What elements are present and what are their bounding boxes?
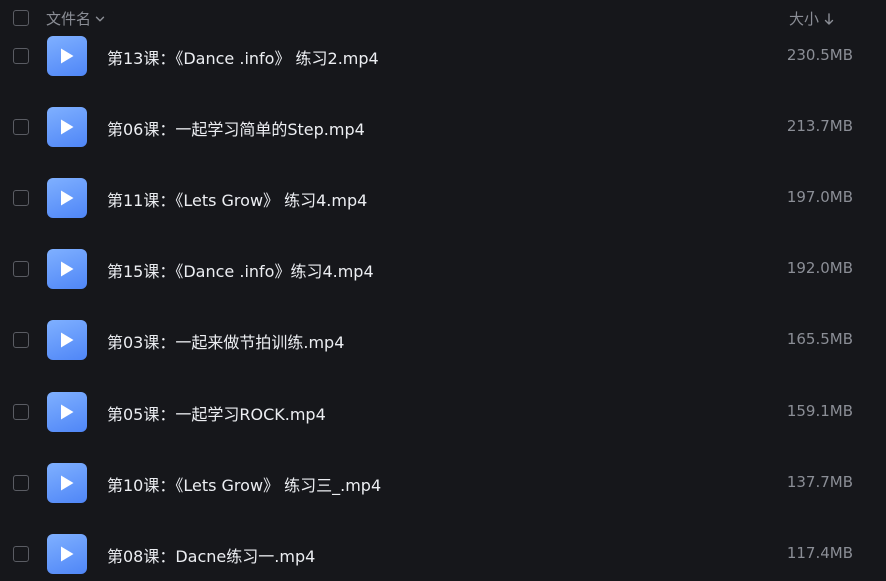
video-play-icon: [47, 178, 87, 218]
file-size: 213.7MB: [786, 117, 853, 135]
file-name[interactable]: 第11课：《Lets Grow》 练习4.mp4: [107, 187, 367, 211]
file-name[interactable]: 第06课：一起学习简单的Step.mp4: [107, 116, 365, 140]
video-play-icon: [47, 463, 87, 503]
video-play-icon: [47, 36, 87, 76]
file-name[interactable]: 第08课：Dacne练习一.mp4: [107, 543, 315, 567]
row-checkbox[interactable]: [13, 190, 29, 206]
file-size: 159.1MB: [786, 402, 853, 420]
row-checkbox[interactable]: [13, 261, 29, 277]
file-row[interactable]: 第11课：《Lets Grow》 练习4.mp4 197.0MB: [0, 170, 886, 230]
file-row[interactable]: 第06课：一起学习简单的Step.mp4 213.7MB: [0, 99, 886, 159]
file-size: 192.0MB: [786, 259, 853, 277]
file-row[interactable]: 第08课：Dacne练习一.mp4 117.4MB: [0, 526, 886, 581]
file-size: 117.4MB: [786, 544, 853, 562]
select-all-checkbox[interactable]: [13, 10, 29, 26]
file-row[interactable]: 第10课：《Lets Grow》 练习三_.mp4 137.7MB: [0, 455, 886, 515]
sort-by-name-button[interactable]: 文件名: [46, 8, 106, 29]
file-size: 137.7MB: [786, 473, 853, 491]
file-size: 165.5MB: [786, 330, 853, 348]
video-play-icon: [47, 107, 87, 147]
file-name[interactable]: 第15课：《Dance .info》练习4.mp4: [107, 258, 374, 282]
row-checkbox[interactable]: [13, 48, 29, 64]
column-size-label: 大小: [789, 10, 820, 28]
video-play-icon: [47, 249, 87, 289]
row-checkbox[interactable]: [13, 475, 29, 491]
file-row[interactable]: 第13课：《Dance .info》 练习2.mp4 230.5MB: [0, 28, 886, 88]
row-checkbox[interactable]: [13, 332, 29, 348]
sort-by-size-button[interactable]: 大小: [789, 8, 835, 29]
file-row[interactable]: 第03课：一起来做节拍训练.mp4 165.5MB: [0, 312, 886, 372]
file-name[interactable]: 第10课：《Lets Grow》 练习三_.mp4: [107, 472, 381, 496]
file-row[interactable]: 第05课：一起学习ROCK.mp4 159.1MB: [0, 384, 886, 444]
file-list-panel: 文件名 大小 第13课：《Dance .info》 练习2.mp4 230.5MB…: [0, 0, 886, 581]
row-checkbox[interactable]: [13, 119, 29, 135]
file-name[interactable]: 第05课：一起学习ROCK.mp4: [107, 401, 326, 425]
file-size: 230.5MB: [786, 46, 853, 64]
video-play-icon: [47, 392, 87, 432]
column-name-label: 文件名: [46, 10, 92, 28]
arrow-down-icon: [823, 12, 835, 26]
chevron-down-icon: [94, 13, 106, 25]
video-play-icon: [47, 320, 87, 360]
file-size: 197.0MB: [786, 188, 853, 206]
row-checkbox[interactable]: [13, 546, 29, 562]
video-play-icon: [47, 534, 87, 574]
file-row[interactable]: 第15课：《Dance .info》练习4.mp4 192.0MB: [0, 241, 886, 301]
file-name[interactable]: 第03课：一起来做节拍训练.mp4: [107, 329, 344, 353]
row-checkbox[interactable]: [13, 404, 29, 420]
file-name[interactable]: 第13课：《Dance .info》 练习2.mp4: [107, 45, 379, 69]
